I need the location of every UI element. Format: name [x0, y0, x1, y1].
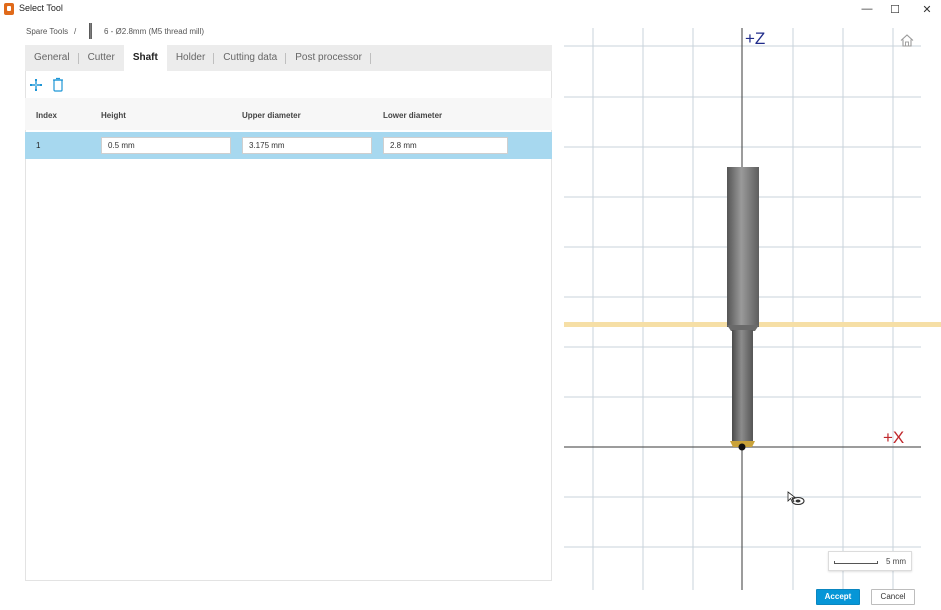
height-field[interactable]: 0.5 mm — [101, 137, 231, 154]
tab-general[interactable]: General — [25, 45, 79, 71]
row-index: 1 — [36, 141, 41, 150]
tab-shaft[interactable]: Shaft — [123, 45, 167, 71]
tab-shaft-label: Shaft — [132, 52, 158, 63]
minimize-button[interactable]: — — [853, 0, 881, 18]
breadcrumb-separator: / — [74, 27, 77, 36]
orbit-cursor-icon — [787, 491, 805, 506]
tool-shaft — [727, 167, 759, 327]
title-bar: Select Tool — ☐ ✕ — [0, 0, 941, 18]
tab-post-processor-label: Post processor — [295, 52, 362, 63]
z-axis-label: +Z — [745, 29, 765, 48]
accept-button[interactable]: Accept — [816, 589, 860, 605]
tool-neck — [732, 330, 753, 442]
column-header-lower-diameter[interactable]: Lower diameter — [383, 111, 442, 120]
breadcrumb-tool: 6 - Ø2.8mm (M5 thread mill) — [104, 27, 205, 36]
tab-cutter-label: Cutter — [87, 52, 115, 63]
breadcrumb-library[interactable]: Spare Tools — [26, 27, 68, 36]
tab-holder-label: Holder — [175, 52, 206, 63]
home-icon[interactable] — [900, 34, 914, 47]
app-icon — [4, 3, 14, 15]
tab-holder[interactable]: Holder — [167, 45, 215, 71]
tab-cutting-data-label: Cutting data — [223, 52, 278, 63]
plus-icon[interactable] — [29, 78, 43, 92]
tab-bar: General Cutter Shaft Holder Cutting data… — [25, 45, 552, 71]
tab-general-label: General — [34, 52, 70, 63]
close-button[interactable]: ✕ — [913, 0, 941, 18]
upper-diameter-field[interactable]: 3.175 mm — [242, 137, 372, 154]
tool-preview-viewport[interactable]: +Z +X — [564, 20, 941, 590]
x-axis-label: +X — [883, 428, 904, 447]
lower-diameter-field[interactable]: 2.8 mm — [383, 137, 508, 154]
tool-thumbnail-icon — [89, 23, 92, 39]
scale-bar-label: 5 mm — [886, 557, 906, 566]
tab-cutter[interactable]: Cutter — [79, 45, 124, 71]
scale-bar: 5 mm — [828, 551, 912, 571]
maximize-button[interactable]: ☐ — [881, 0, 909, 18]
tab-post-processor[interactable]: Post processor — [286, 45, 371, 71]
origin-point — [738, 443, 746, 451]
tab-cutting-data[interactable]: Cutting data — [214, 45, 287, 71]
column-header-height[interactable]: Height — [101, 111, 126, 120]
scale-bar-line — [834, 561, 878, 564]
window-title: Select Tool — [19, 3, 63, 13]
tab-divider — [369, 53, 371, 64]
column-header-upper-diameter[interactable]: Upper diameter — [242, 111, 301, 120]
column-header-index[interactable]: Index — [36, 111, 57, 120]
cancel-button[interactable]: Cancel — [871, 589, 915, 605]
trash-icon[interactable] — [52, 77, 64, 92]
